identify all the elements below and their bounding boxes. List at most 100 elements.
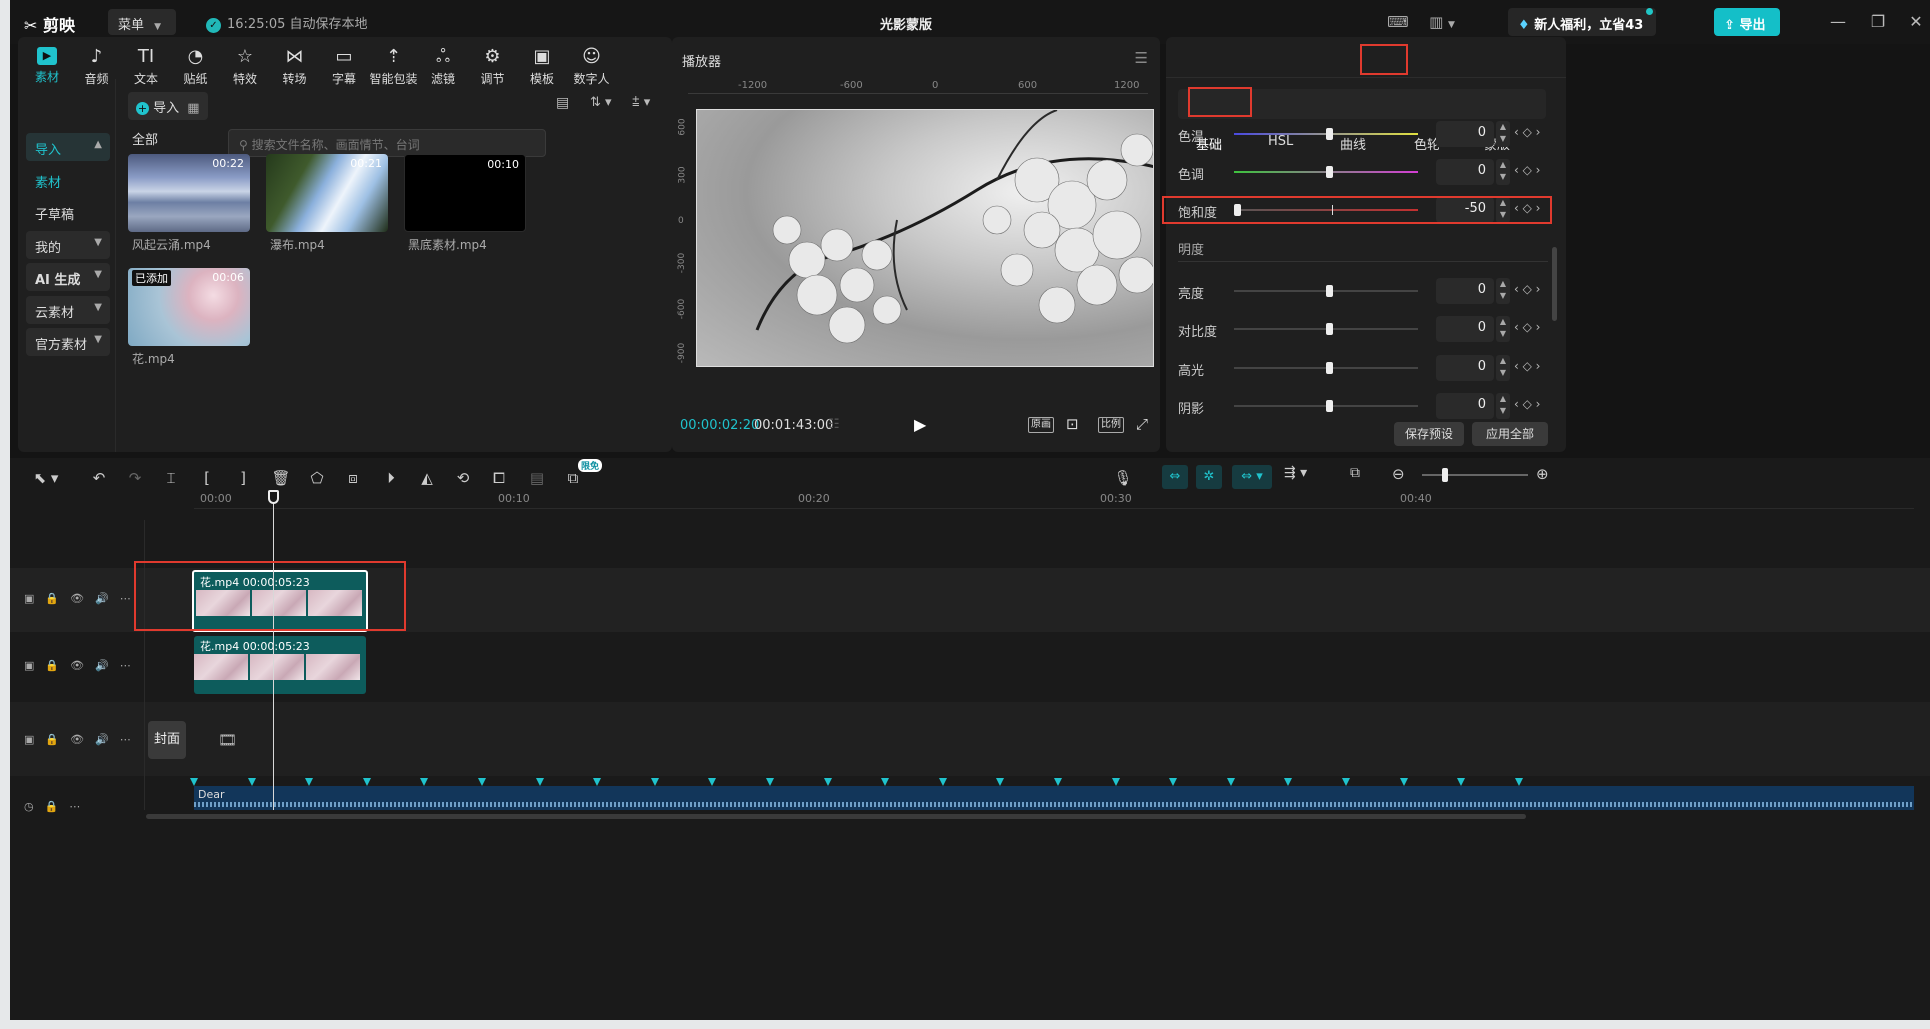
stepper-icon[interactable]: ▲ ▼ (1496, 159, 1510, 185)
split-right-icon[interactable]: ] (230, 467, 256, 489)
magnet-icon[interactable]: ⇔ (1162, 465, 1188, 489)
mirror-icon[interactable]: ◭ (414, 467, 440, 489)
toolbar-adjust[interactable]: ⚙ 调节 (466, 47, 520, 87)
timeline-grid-icon[interactable]: ☷ (828, 417, 840, 432)
value-input[interactable]: 0 (1436, 121, 1494, 147)
value-input[interactable]: 0 (1436, 278, 1494, 304)
stepper-icon[interactable]: ▲ ▼ (1496, 316, 1510, 342)
zoom-in-icon[interactable]: ⊕ (1536, 465, 1549, 483)
player-menu-icon[interactable]: ☰ (1135, 49, 1148, 67)
stepper-icon[interactable]: ▲ ▼ (1496, 278, 1510, 304)
track-controls[interactable]: ▣🔒👁🔊⋯ (24, 659, 142, 672)
menu-button[interactable]: 菜单 ▼ (108, 9, 176, 35)
toolbar-sticker[interactable]: ◔ 贴纸 (169, 47, 223, 87)
slider-knob[interactable] (1326, 323, 1333, 335)
caption-icon[interactable]: ▤ (524, 467, 550, 489)
split-left-icon[interactable]: [ (194, 467, 220, 489)
undo-icon[interactable]: ↶ (86, 467, 112, 489)
slider-knob[interactable] (1326, 400, 1333, 412)
minimize-icon[interactable]: — (1824, 10, 1852, 34)
align-icon[interactable]: ⇶ ▾ (1284, 465, 1307, 481)
slider-track[interactable] (1234, 128, 1418, 140)
zoom-slider[interactable] (1422, 468, 1528, 482)
toolbar-smart-pack[interactable]: ⇡ 智能包装 (367, 47, 421, 87)
marker-icon[interactable]: ⬠ (304, 467, 330, 489)
media-thumb-waterfall[interactable]: 00:21 (266, 154, 388, 232)
preview-axis-icon[interactable]: ⇔ ▾ (1232, 465, 1272, 489)
apply-all-button[interactable]: 应用全部 (1472, 422, 1548, 446)
value-input[interactable]: 0 (1436, 159, 1494, 185)
close-icon[interactable]: ✕ (1902, 10, 1930, 34)
delete-icon[interactable]: 🗑 (268, 467, 294, 489)
toolbar-effects[interactable]: ☆ 特效 (218, 47, 272, 87)
save-preset-button[interactable]: 保存预设 (1394, 422, 1464, 446)
slider-track[interactable] (1234, 400, 1418, 412)
sidebar-item-material[interactable]: 素材 (26, 166, 110, 194)
original-button[interactable]: 原画 (1028, 417, 1054, 433)
filter-icon[interactable]: ⩲ ▾ (632, 95, 650, 110)
zoom-fit-icon[interactable]: ⊡ (1066, 415, 1079, 433)
crop-icon[interactable]: ⧠ (486, 467, 512, 489)
promo-button[interactable]: ♦ 新人福利，立省43元 (1508, 8, 1656, 52)
sidebar-item-ai[interactable]: AI 生成 ▼ (26, 263, 110, 291)
view-toggle-icon[interactable]: ▤ (556, 95, 569, 111)
link-icon[interactable]: ✲ (1196, 465, 1222, 489)
sidebar-item-cloud[interactable]: 云素材 ▼ (26, 296, 110, 324)
export-button[interactable]: ⇪ 导出 (1714, 8, 1780, 36)
sort-icon[interactable]: ⇅ ▾ (590, 95, 612, 110)
keyframe-icon[interactable]: ‹ ◇ › (1514, 125, 1540, 139)
toolbar-template[interactable]: ▣ 模板 (515, 47, 569, 87)
film-icon[interactable]: 🎞 (218, 731, 237, 749)
toolbar-digital-human[interactable]: ☺ 数字人 (565, 47, 619, 87)
media-thumb-black[interactable]: 00:10 (404, 154, 526, 232)
audio-track[interactable]: Dear (194, 786, 1914, 810)
screenshot-icon[interactable]: ⧉ (1350, 465, 1360, 481)
keyframe-icon[interactable]: ‹ ◇ › (1514, 320, 1540, 334)
slider-track[interactable] (1234, 166, 1418, 178)
fullscreen-icon[interactable]: ⤢ (1136, 415, 1148, 433)
restore-icon[interactable]: ❐ (1864, 10, 1892, 34)
toolbar-text[interactable]: TI 文本 (119, 47, 173, 87)
reverse-icon[interactable]: ⏵ (378, 467, 404, 489)
video-preview[interactable] (696, 109, 1154, 367)
keyframe-icon[interactable]: ‹ ◇ › (1514, 359, 1540, 373)
slider-knob[interactable] (1326, 128, 1333, 140)
layout-icon[interactable]: ▥ ▼ (1428, 10, 1456, 34)
track-controls[interactable]: ◷🔒⋯ (24, 800, 91, 813)
slider-knob[interactable] (1326, 285, 1333, 297)
search-input[interactable]: ⚲ 搜索文件名称、画面情节、台词 (228, 129, 546, 157)
keyframe-icon[interactable]: ‹ ◇ › (1514, 163, 1540, 177)
stepper-icon[interactable]: ▲ ▼ (1496, 121, 1510, 147)
toolbar-filter[interactable]: ஃ 滤镜 (416, 47, 470, 87)
select-icon[interactable]: ⬉ ▾ (26, 467, 66, 489)
value-input[interactable]: 0 (1436, 316, 1494, 342)
video-clip[interactable]: 花.mp4 00:00:05:23 (194, 636, 366, 694)
slider-knob[interactable] (1326, 166, 1333, 178)
track-controls[interactable]: ▣🔒👁🔊⋯ (24, 592, 142, 605)
playhead[interactable] (273, 490, 274, 810)
zoom-slider-knob[interactable] (1442, 468, 1448, 482)
keyframe-icon[interactable]: ‹ ◇ › (1514, 282, 1540, 296)
media-thumb-flower[interactable]: 00:06 已添加 (128, 268, 250, 346)
scrollbar[interactable] (1552, 247, 1557, 321)
toolbar-subtitle[interactable]: ▭ 字幕 (317, 47, 371, 87)
slider-track[interactable] (1234, 362, 1418, 374)
toolbar-transition[interactable]: ⋈ 转场 (268, 47, 322, 87)
playhead-handle[interactable] (268, 490, 279, 504)
sidebar-item-official[interactable]: 官方素材 ▼ (26, 328, 110, 356)
sidebar-item-import[interactable]: 导入 ▲ (26, 133, 110, 161)
ratio-button[interactable]: 比例 (1098, 417, 1124, 433)
shortcut-icon[interactable]: ⌨ (1384, 10, 1412, 34)
media-thumb-clouds[interactable]: 00:22 (128, 154, 250, 232)
cover-button[interactable]: 封面 (148, 721, 186, 759)
stepper-icon[interactable]: ▲ ▼ (1496, 393, 1510, 419)
rotate-icon[interactable]: ⟲ (450, 467, 476, 489)
value-input[interactable]: 0 (1436, 355, 1494, 381)
zoom-out-icon[interactable]: ⊖ (1392, 465, 1405, 483)
split-icon[interactable]: ⌶ (158, 467, 184, 489)
horizontal-scrollbar[interactable] (146, 814, 1526, 819)
sidebar-item-subdraft[interactable]: 子草稿 (26, 198, 110, 226)
microphone-icon[interactable]: 🎙 (1110, 467, 1136, 489)
slider-track[interactable] (1234, 323, 1418, 335)
track-controls[interactable]: ▣🔒👁🔊⋯ (24, 733, 142, 746)
